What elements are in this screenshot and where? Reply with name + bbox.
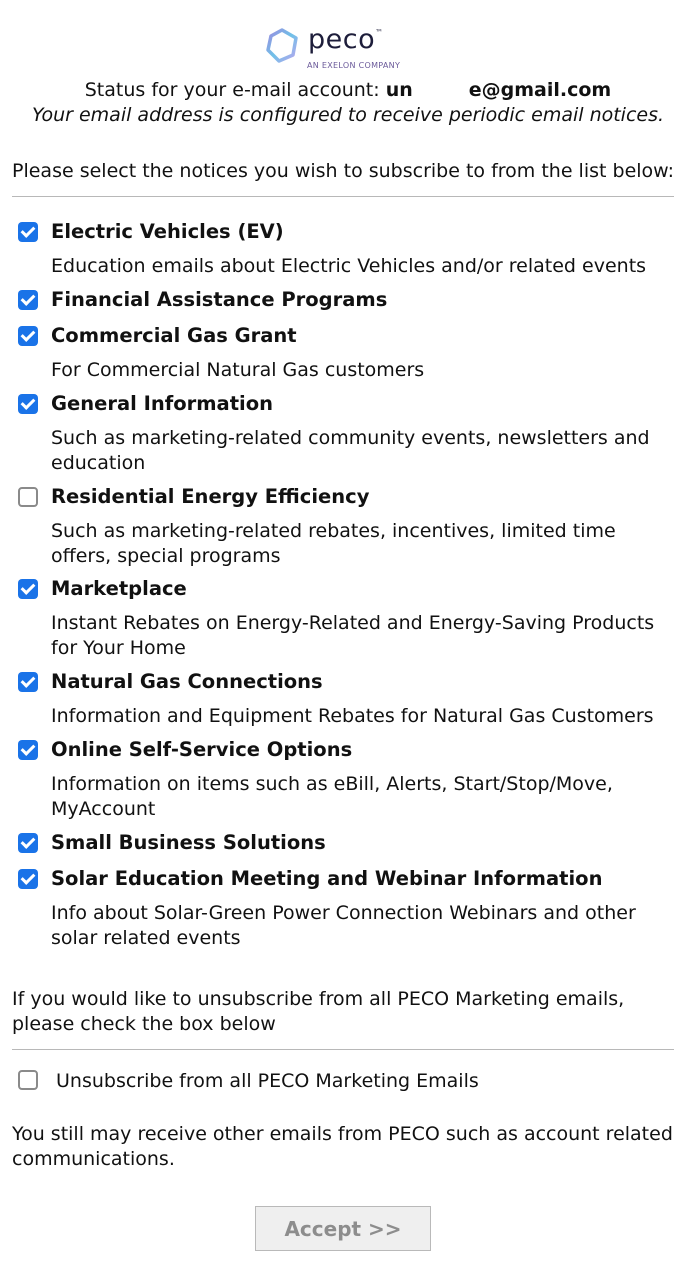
divider [12,196,674,197]
notice-title[interactable]: Commercial Gas Grant [51,324,297,347]
notice-description: Such as marketing-related rebates, incen… [51,520,616,567]
notice-description: Instant Rebates on Energy-Related and En… [51,612,655,659]
logo-word: peco [308,24,376,55]
notice-title[interactable]: Financial Assistance Programs [51,288,387,311]
unsubscribe-all-checkbox[interactable] [18,1070,38,1090]
divider [12,1049,674,1050]
notice-title[interactable]: Residential Energy Efficiency [51,485,369,508]
logo-trademark: ™ [375,28,384,37]
notice-description: Education emails about Electric Vehicles… [51,255,647,277]
notice-title[interactable]: Electric Vehicles (EV) [51,220,284,243]
notice-checkbox[interactable] [18,290,38,310]
notice-description: Such as marketing-related community even… [51,427,650,474]
notice-checkbox[interactable] [18,579,38,599]
logo-tagline: AN EXELON COMPANY [307,61,401,70]
notice-title[interactable]: Natural Gas Connections [51,670,323,693]
notice-checkbox[interactable] [18,740,38,760]
notice-title[interactable]: Small Business Solutions [51,831,326,854]
notice-checkbox[interactable] [18,869,38,889]
notice-checkbox[interactable] [18,672,38,692]
email-end: e@gmail.com [468,79,612,101]
unsubscribe-note: If you would like to unsubscribe from al… [12,988,625,1035]
footer-note: You still may receive other emails from … [12,1123,673,1170]
email-start: un [385,79,413,101]
notice-checkbox[interactable] [18,222,38,242]
notice-description: For Commercial Natural Gas customers [51,359,425,381]
notice-description: Information on items such as eBill, Aler… [51,773,613,820]
peco-logo-icon [266,28,298,63]
accept-button[interactable]: Accept >> [255,1206,431,1251]
notice-title[interactable]: Marketplace [51,577,187,600]
notice-description: Information and Equipment Rebates for Na… [51,705,654,727]
intro-text: Please select the notices you wish to su… [12,160,675,182]
account-status: Status for your e-mail account: un e@gmai… [0,79,696,101]
status-prefix: Status for your e-mail account: [84,79,386,101]
notice-title[interactable]: Solar Education Meeting and Webinar Info… [51,867,602,890]
notice-title[interactable]: General Information [51,392,273,415]
peco-logo: peco™ AN EXELON COMPANY [262,24,432,76]
notice-checkbox[interactable] [18,326,38,346]
unsubscribe-all-label[interactable]: Unsubscribe from all PECO Marketing Emai… [56,1070,479,1092]
notice-checkbox[interactable] [18,487,38,507]
configured-message: Your email address is configured to rece… [31,104,665,126]
notice-checkbox[interactable] [18,833,38,853]
notice-checkbox[interactable] [18,394,38,414]
notice-title[interactable]: Online Self-Service Options [51,738,352,761]
notice-description: Info about Solar-Green Power Connection … [51,902,636,949]
email-redaction [412,81,469,100]
